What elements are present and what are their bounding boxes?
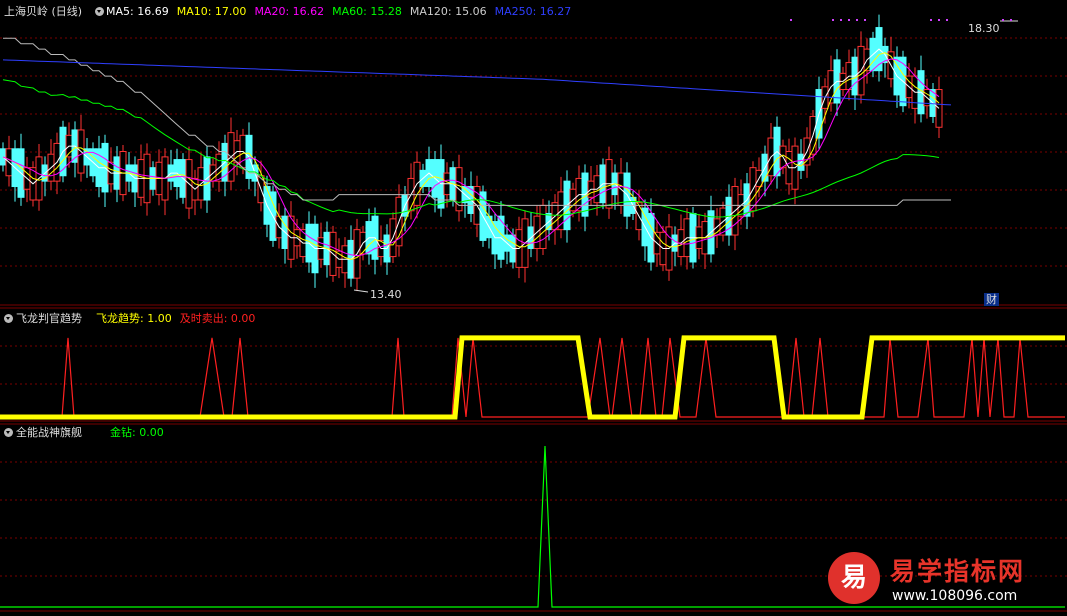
ma-legend-item-3: MA60: 15.28	[332, 5, 402, 18]
indicator1-name: 飞龙判官趋势	[16, 312, 82, 325]
watermark-title: 易学指标网	[890, 557, 1026, 586]
indicator2-name: 全能战神旗舰	[16, 426, 82, 439]
signal-dot	[938, 19, 940, 21]
kline-chart	[0, 14, 1067, 612]
signal-dot	[856, 19, 858, 21]
watermark-logo-icon: 易	[828, 552, 880, 604]
dropdown-icon[interactable]	[4, 314, 13, 323]
signal-dot	[832, 19, 834, 21]
candle-body	[0, 148, 7, 166]
high-price-label: 18.30	[968, 22, 1000, 35]
trend-line	[0, 335, 1065, 420]
indicator1-lines	[0, 335, 1065, 420]
low-price-label: 13.40	[370, 288, 402, 301]
dropdown-icon[interactable]	[4, 428, 13, 437]
candlestick-series	[0, 14, 943, 292]
signal-dot	[930, 19, 932, 21]
low-arrow	[353, 289, 369, 293]
signal-dot	[946, 19, 948, 21]
signal-dot	[1002, 19, 1004, 21]
dropdown-icon[interactable]	[95, 7, 104, 16]
ma-legend-item-2: MA20: 16.62	[254, 5, 325, 18]
ma-legend-item-5: MA250: 16.27	[494, 5, 572, 18]
cai-marker[interactable]: 财	[984, 293, 999, 306]
signal-dot	[864, 19, 866, 21]
ma-legend-item-4: MA120: 15.06	[409, 5, 487, 18]
indicator1-legend-item-1: 及时卖出: 0.00	[179, 312, 256, 325]
ma-legend-item-1: MA10: 17.00	[176, 5, 247, 18]
watermark-url: www.108096.com	[892, 588, 1018, 604]
ma250-line	[2, 59, 952, 106]
signal-dot	[840, 19, 842, 21]
signal-dot	[1010, 19, 1012, 21]
signal-dot	[848, 19, 850, 21]
indicator2-legend-item-0: 金钻: 0.00	[110, 426, 164, 439]
signal-dot	[790, 19, 792, 21]
indicator1-legend-item-0: 飞龙趋势: 1.00	[96, 312, 172, 325]
sell-signal-line	[0, 337, 1065, 418]
main-title: 上海贝岭 (日线)	[4, 5, 83, 18]
watermark: 易 易学指标网 www.108096.com	[828, 548, 1048, 612]
ma-legend-item-0: MA5: 16.69	[106, 5, 169, 18]
